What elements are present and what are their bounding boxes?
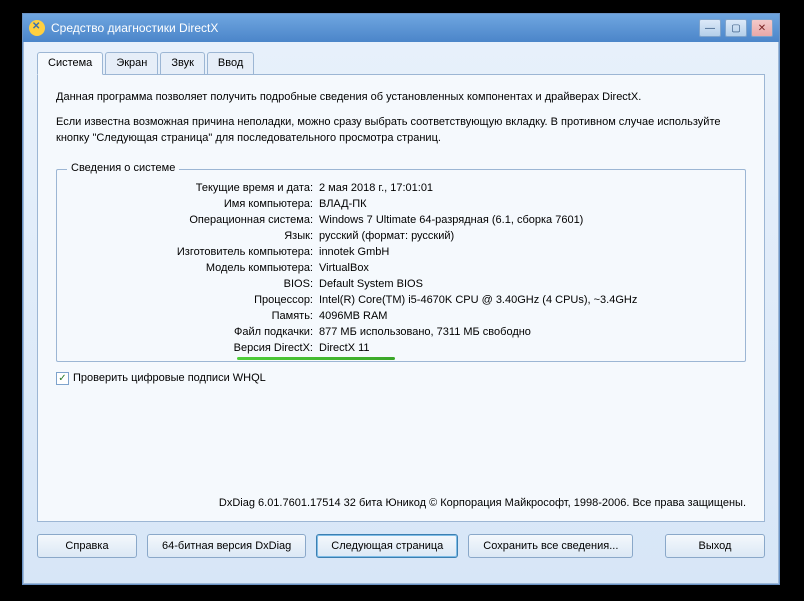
- label-datetime: Текущие время и дата:: [69, 182, 319, 194]
- value-processor: Intel(R) Core(TM) i5-4670K CPU @ 3.40GHz…: [319, 294, 637, 306]
- whql-row: ✓ Проверить цифровые подписи WHQL: [56, 372, 746, 385]
- intro-line1: Данная программа позволяет получить подр…: [56, 89, 746, 106]
- row-processor: Процессор: Intel(R) Core(TM) i5-4670K CP…: [69, 294, 733, 306]
- intro-line2: Если известна возможная причина неполадк…: [56, 114, 746, 147]
- tab-label: Ввод: [218, 57, 243, 69]
- value-computer-name: ВЛАД-ПК: [319, 198, 367, 210]
- whql-checkbox[interactable]: ✓: [56, 372, 69, 385]
- button-row: Справка 64-битная версия DxDiag Следующа…: [37, 534, 765, 558]
- dxdiag-icon: [29, 20, 45, 36]
- maximize-button[interactable]: ▢: [725, 19, 747, 37]
- button-label: Справка: [65, 540, 108, 552]
- label-bios: BIOS:: [69, 278, 319, 290]
- value-os: Windows 7 Ultimate 64-разрядная (6.1, сб…: [319, 214, 583, 226]
- tab-label: Экран: [116, 57, 147, 69]
- value-datetime: 2 мая 2018 г., 17:01:01: [319, 182, 433, 194]
- row-manufacturer: Изготовитель компьютера: innotek GmbH: [69, 246, 733, 258]
- label-model: Модель компьютера:: [69, 262, 319, 274]
- intro-text: Данная программа позволяет получить подр…: [56, 89, 746, 155]
- tab-input[interactable]: Ввод: [207, 52, 254, 75]
- system-info-legend: Сведения о системе: [67, 162, 179, 174]
- button-label: 64-битная версия DxDiag: [162, 540, 291, 552]
- row-directx-version: Версия DirectX: DirectX 11: [69, 342, 733, 354]
- row-os: Операционная система: Windows 7 Ultimate…: [69, 214, 733, 226]
- label-computer-name: Имя компьютера:: [69, 198, 319, 210]
- next-page-button[interactable]: Следующая страница: [316, 534, 458, 558]
- label-pagefile: Файл подкачки:: [69, 326, 319, 338]
- value-pagefile: 877 МБ использовано, 7311 МБ свободно: [319, 326, 531, 338]
- button-label: Выход: [699, 540, 732, 552]
- tab-sound[interactable]: Звук: [160, 52, 205, 75]
- value-manufacturer: innotek GmbH: [319, 246, 389, 258]
- label-directx-version: Версия DirectX:: [69, 342, 319, 354]
- row-pagefile: Файл подкачки: 877 МБ использовано, 7311…: [69, 326, 733, 338]
- titlebar: Средство диагностики DirectX — ▢ ✕: [23, 14, 779, 42]
- help-button[interactable]: Справка: [37, 534, 137, 558]
- label-language: Язык:: [69, 230, 319, 242]
- tab-display[interactable]: Экран: [105, 52, 158, 75]
- close-button[interactable]: ✕: [751, 19, 773, 37]
- tab-label: Звук: [171, 57, 194, 69]
- row-computer-name: Имя компьютера: ВЛАД-ПК: [69, 198, 733, 210]
- footer-text: DxDiag 6.01.7601.17514 32 бита Юникод © …: [56, 497, 746, 509]
- whql-label: Проверить цифровые подписи WHQL: [73, 372, 266, 384]
- label-memory: Память:: [69, 310, 319, 322]
- button-label: Следующая страница: [331, 540, 443, 552]
- row-memory: Память: 4096MB RAM: [69, 310, 733, 322]
- row-language: Язык: русский (формат: русский): [69, 230, 733, 242]
- system-info-group: Сведения о системе Текущие время и дата:…: [56, 169, 746, 362]
- window-controls: — ▢ ✕: [699, 19, 773, 37]
- tab-label: Система: [48, 57, 92, 69]
- row-bios: BIOS: Default System BIOS: [69, 278, 733, 290]
- window-title: Средство диагностики DirectX: [51, 21, 699, 35]
- value-model: VirtualBox: [319, 262, 369, 274]
- label-processor: Процессор:: [69, 294, 319, 306]
- label-manufacturer: Изготовитель компьютера:: [69, 246, 319, 258]
- dxdiag-window: Средство диагностики DirectX — ▢ ✕ Систе…: [22, 13, 780, 585]
- label-os: Операционная система:: [69, 214, 319, 226]
- save-all-button[interactable]: Сохранить все сведения...: [468, 534, 633, 558]
- button-label: Сохранить все сведения...: [483, 540, 618, 552]
- x64-button[interactable]: 64-битная версия DxDiag: [147, 534, 306, 558]
- value-language: русский (формат: русский): [319, 230, 454, 242]
- value-bios: Default System BIOS: [319, 278, 423, 290]
- tabpage-system: Данная программа позволяет получить подр…: [37, 74, 765, 522]
- spacer: [643, 534, 655, 558]
- tab-strip: Система Экран Звук Ввод: [37, 52, 765, 75]
- tab-system[interactable]: Система: [37, 52, 103, 75]
- exit-button[interactable]: Выход: [665, 534, 765, 558]
- row-datetime: Текущие время и дата: 2 мая 2018 г., 17:…: [69, 182, 733, 194]
- minimize-button[interactable]: —: [699, 19, 721, 37]
- value-directx-version: DirectX 11: [319, 342, 370, 354]
- value-memory: 4096MB RAM: [319, 310, 387, 322]
- client-area: Система Экран Звук Ввод Данная программа…: [23, 42, 779, 572]
- row-model: Модель компьютера: VirtualBox: [69, 262, 733, 274]
